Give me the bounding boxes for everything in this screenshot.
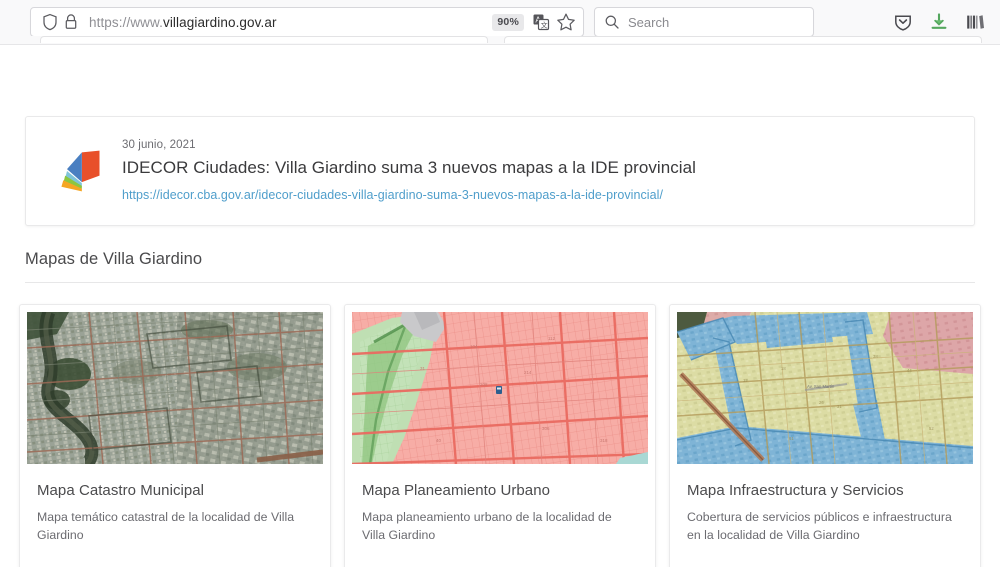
svg-text:104: 104 [470, 344, 478, 349]
search-icon [604, 14, 620, 30]
svg-text:Av. San Martín: Av. San Martín [807, 384, 835, 389]
svg-text:214: 214 [524, 370, 532, 375]
news-link[interactable]: https://idecor.cba.gov.ar/idecor-ciudade… [122, 188, 663, 202]
url-scheme: https://www. [89, 15, 163, 30]
card-title: Mapa Infraestructura y Servicios [687, 482, 963, 499]
map-card[interactable]: Mapa Catastro Municipal Mapa temático ca… [19, 304, 331, 567]
svg-text:12: 12 [743, 378, 748, 383]
map-marker [496, 386, 502, 394]
section-title: Mapas de Villa Giardino [25, 250, 975, 282]
svg-text:38: 38 [873, 354, 878, 359]
page-content: 30 junio, 2021 IDECOR Ciudades: Villa Gi… [0, 45, 1000, 567]
search-input[interactable] [620, 15, 805, 30]
card-description: Cobertura de servicios públicos e infrae… [687, 509, 963, 545]
urban-planning-zoning-map-thumbnail[interactable]: 104 112 208 214 306 318 31 40 [352, 312, 648, 464]
url-text[interactable]: https://www.villagiardino.gov.ar [80, 15, 492, 30]
infrastructure-services-map-thumbnail[interactable]: Av. San Martín 12 18 26 31 44 52 38 61 [677, 312, 973, 464]
translate-icon[interactable]: A 文 [530, 11, 552, 33]
library-icon[interactable] [964, 11, 986, 33]
card-description: Mapa planeamiento urbano de la localidad… [362, 509, 638, 545]
zoom-level-badge[interactable]: 90% [492, 14, 524, 31]
svg-text:61: 61 [789, 436, 794, 441]
lock-icon[interactable] [62, 12, 80, 32]
card-text: Mapa Infraestructura y Servicios Cobertu… [677, 464, 973, 545]
map-card[interactable]: 104 112 208 214 306 318 31 40 Mapa Planeamie… [344, 304, 656, 567]
card-title: Mapa Catastro Municipal [37, 482, 313, 499]
toolbar-actions [892, 11, 988, 33]
svg-text:112: 112 [548, 336, 556, 341]
svg-text:文: 文 [541, 20, 548, 29]
pocket-shield-icon[interactable] [892, 11, 914, 33]
news-date: 30 junio, 2021 [122, 139, 956, 151]
svg-text:40: 40 [436, 438, 442, 443]
svg-text:318: 318 [600, 438, 608, 443]
map-cards-row: Mapa Catastro Municipal Mapa temático ca… [19, 304, 981, 567]
svg-text:44: 44 [907, 368, 912, 373]
svg-text:18: 18 [781, 366, 786, 371]
download-icon[interactable] [928, 11, 950, 33]
bookmark-star-icon[interactable] [555, 11, 577, 33]
satellite-aerial-map-thumbnail[interactable] [27, 312, 323, 464]
svg-text:31: 31 [420, 366, 426, 371]
svg-text:52: 52 [929, 426, 934, 431]
svg-text:208: 208 [480, 382, 488, 387]
card-text: Mapa Catastro Municipal Mapa temático ca… [27, 464, 323, 545]
section-divider [25, 282, 975, 283]
address-bar[interactable]: https://www.villagiardino.gov.ar 90% A 文 [30, 7, 584, 37]
search-bar[interactable] [594, 7, 814, 37]
news-title[interactable]: IDECOR Ciudades: Villa Giardino suma 3 n… [122, 158, 956, 178]
news-body: 30 junio, 2021 IDECOR Ciudades: Villa Gi… [116, 139, 956, 204]
section-header: Mapas de Villa Giardino [25, 250, 975, 283]
svg-text:26: 26 [819, 400, 824, 405]
map-card[interactable]: Av. San Martín 12 18 26 31 44 52 38 61 Mapa … [669, 304, 981, 567]
idecor-book-logo [44, 143, 116, 199]
browser-chrome: https://www.villagiardino.gov.ar 90% A 文 [0, 0, 1000, 45]
news-card[interactable]: 30 junio, 2021 IDECOR Ciudades: Villa Gi… [25, 116, 975, 226]
strip-segment-right [504, 36, 982, 43]
url-domain: villagiardino.gov.ar [163, 15, 277, 30]
svg-text:306: 306 [542, 426, 550, 431]
shield-icon[interactable] [40, 12, 60, 32]
strip-segment-left [40, 36, 488, 43]
card-text: Mapa Planeamiento Urbano Mapa planeamien… [352, 464, 648, 545]
card-title: Mapa Planeamiento Urbano [362, 482, 638, 499]
bookmarks-strip [0, 36, 1000, 44]
card-description: Mapa temático catastral de la localidad … [37, 509, 313, 545]
svg-text:31: 31 [837, 404, 842, 409]
